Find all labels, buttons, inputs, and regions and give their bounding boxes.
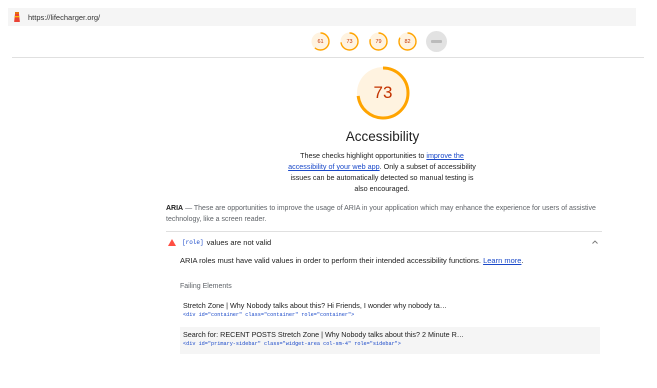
category-score: 73 (373, 83, 393, 102)
gauge-score: 61 (317, 38, 324, 45)
audit-header-role-values[interactable]: [role] values are not valid (166, 236, 602, 248)
gauge-seo[interactable]: 82 (397, 31, 418, 58)
gauge-pwa[interactable] (426, 31, 447, 58)
chevron-up-icon[interactable] (592, 240, 598, 244)
gauge-best-practices[interactable]: 79 (368, 31, 389, 58)
gauge-accessibility[interactable]: 73 (336, 31, 363, 58)
fail-triangle-icon (168, 238, 176, 246)
lighthouse-icon (12, 12, 22, 22)
aria-group-title: ARIA (166, 205, 184, 212)
gauge-score: 82 (404, 38, 411, 45)
node-snippet: Stretch Zone | Why Nobody talks about th… (183, 301, 447, 310)
learn-more-link[interactable]: Learn more (483, 256, 521, 265)
audit-code: [role] (182, 238, 204, 246)
pwa-icon (426, 31, 447, 52)
node-snippet: Search for: RECENT POSTS Stretch Zone | … (183, 330, 464, 339)
gauge-score: 73 (346, 38, 353, 45)
header-divider (12, 57, 644, 58)
url-text: https://lifecharger.org/ (28, 12, 101, 22)
audit-description: ARIA roles must have valid values in ord… (180, 256, 524, 265)
category-title: Accessibility (345, 129, 420, 144)
url-bar: https://lifecharger.org/ (8, 8, 636, 26)
audit-divider (166, 231, 602, 232)
gauge-score: 79 (375, 38, 382, 45)
category-gauges: 61 73 79 82 (310, 31, 447, 58)
aria-group-description: ARIA — These are opportunities to improv… (166, 205, 596, 223)
failing-element-row[interactable]: Stretch Zone | Why Nobody talks about th… (180, 298, 600, 323)
node-html: <div id="container" class="container" ro… (183, 312, 355, 318)
node-html: <div id="primary-sidebar" class="widget-… (183, 341, 401, 347)
audit-title: values are not valid (206, 237, 272, 247)
gauge-performance[interactable]: 61 (310, 31, 331, 58)
failing-elements-label: Failing Elements (180, 283, 232, 290)
failing-element-row[interactable]: Search for: RECENT POSTS Stretch Zone | … (180, 327, 600, 354)
category-score-gauge: 73 (354, 64, 412, 122)
category-description: These checks highlight opportunities to … (288, 151, 476, 193)
